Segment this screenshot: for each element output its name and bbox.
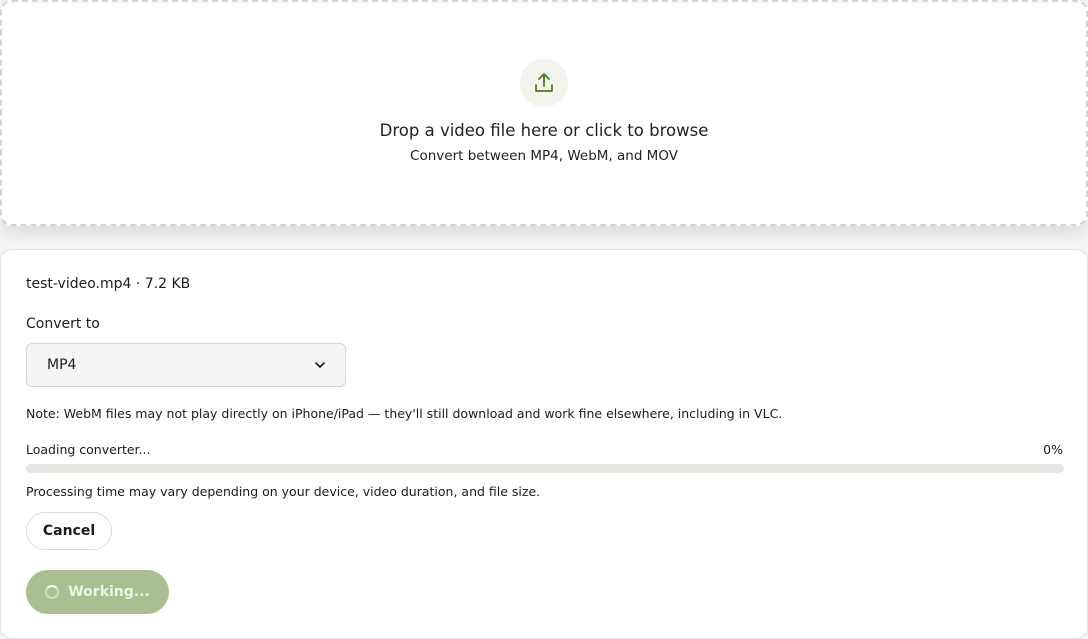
upload-icon xyxy=(520,59,568,107)
conversion-panel: test-video.mp4 · 7.2 KB Convert to MP4 N… xyxy=(0,249,1088,639)
cancel-button[interactable]: Cancel xyxy=(26,512,112,550)
working-button[interactable]: Working... xyxy=(26,570,169,614)
spinner-icon xyxy=(45,585,60,599)
dropzone-title: Drop a video file here or click to brows… xyxy=(379,121,709,140)
dropzone-subtitle: Convert between MP4, WebM, and MOV xyxy=(410,148,678,164)
chevron-down-icon xyxy=(315,357,325,373)
progress-percent: 0% xyxy=(1043,442,1063,457)
progress-bar xyxy=(26,464,1064,473)
file-dropzone[interactable]: Drop a video file here or click to brows… xyxy=(0,0,1088,226)
progress-status: Loading converter... xyxy=(26,442,151,457)
format-select-value: MP4 xyxy=(47,357,77,373)
processing-note: Processing time may vary depending on yo… xyxy=(26,484,541,499)
webm-note: Note: WebM files may not play directly o… xyxy=(26,406,783,421)
format-select[interactable]: MP4 xyxy=(26,343,346,387)
convert-to-label: Convert to xyxy=(26,316,100,332)
working-button-label: Working... xyxy=(68,584,150,600)
file-info: test-video.mp4 · 7.2 KB xyxy=(26,276,191,292)
